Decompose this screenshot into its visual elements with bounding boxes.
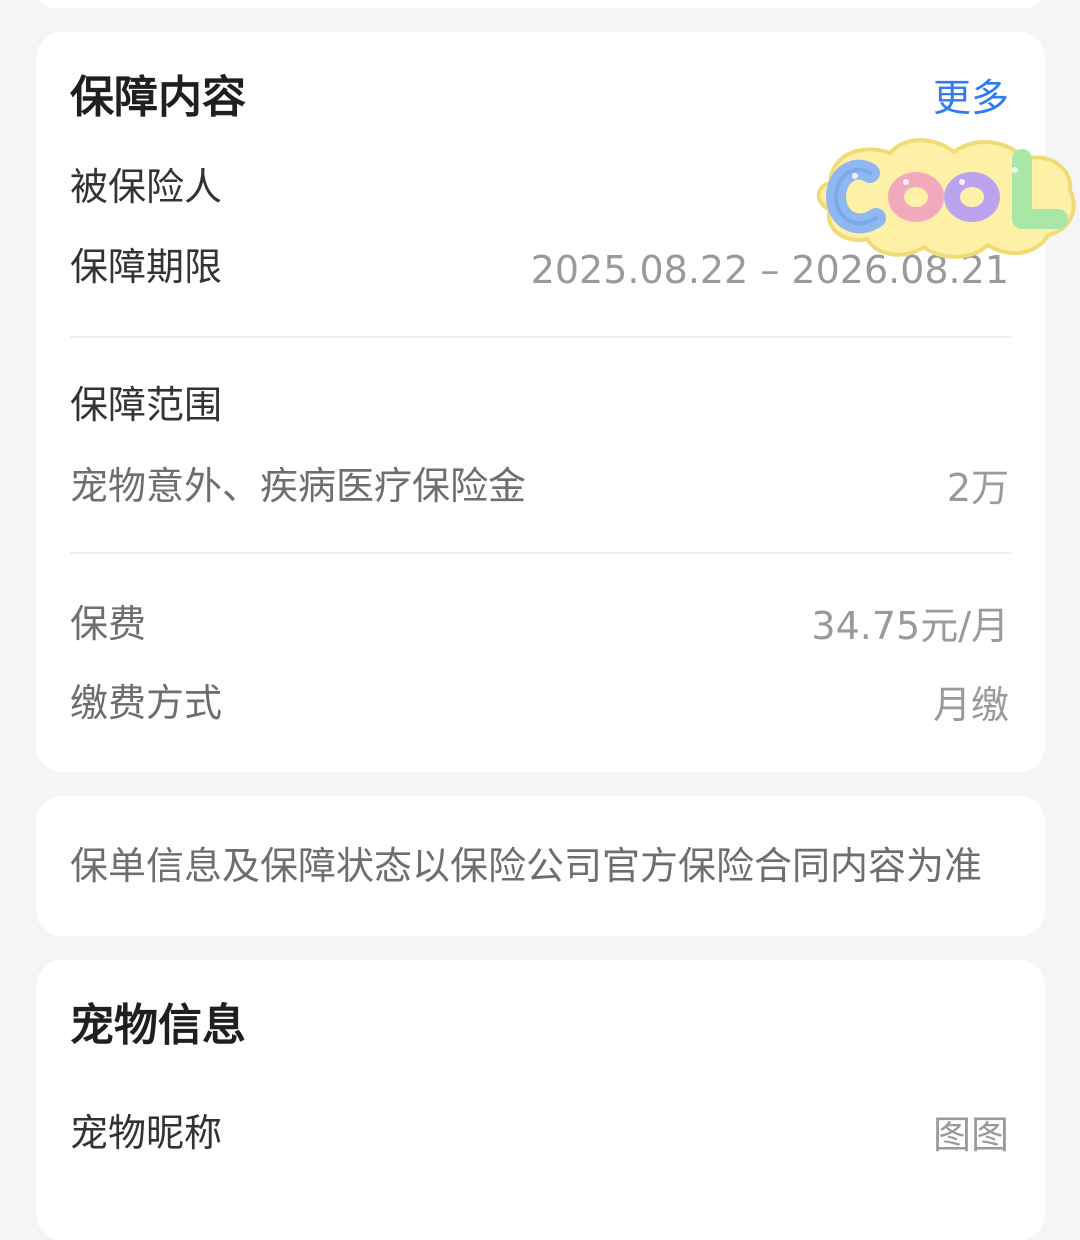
coverage-period-label: 保障期限 [70,245,223,289]
pet-nickname-label: 宠物昵称 [70,1111,223,1155]
section-divider [70,336,1011,338]
more-link[interactable]: 更多 [933,79,1009,117]
premium-value: 34.75元/月 [811,604,1009,648]
pet-info-card: 宠物信息 宠物昵称 图图 [36,960,1045,1240]
policy-notice-card: 保单信息及保障状态以保险公司官方保险合同内容为准 [36,796,1045,936]
scope-item-label: 宠物意外、疾病医疗保险金 [70,464,527,508]
payment-method-label: 缴费方式 [70,681,223,725]
cool-sticker-icon [816,138,1076,259]
payment-method-value: 月缴 [932,683,1009,727]
section-divider [70,552,1011,554]
premium-label: 保费 [70,602,147,646]
insured-label: 被保险人 [70,165,223,209]
coverage-title: 保障内容 [70,72,246,123]
previous-card-remnant [36,0,1045,8]
scope-item-value: 2万 [946,466,1009,510]
pet-nickname-value: 图图 [932,1113,1009,1157]
pet-info-title: 宠物信息 [70,1000,246,1051]
policy-notice-text: 保单信息及保障状态以保险公司官方保险合同内容为准 [70,844,983,888]
coverage-scope-title: 保障范围 [70,383,223,427]
